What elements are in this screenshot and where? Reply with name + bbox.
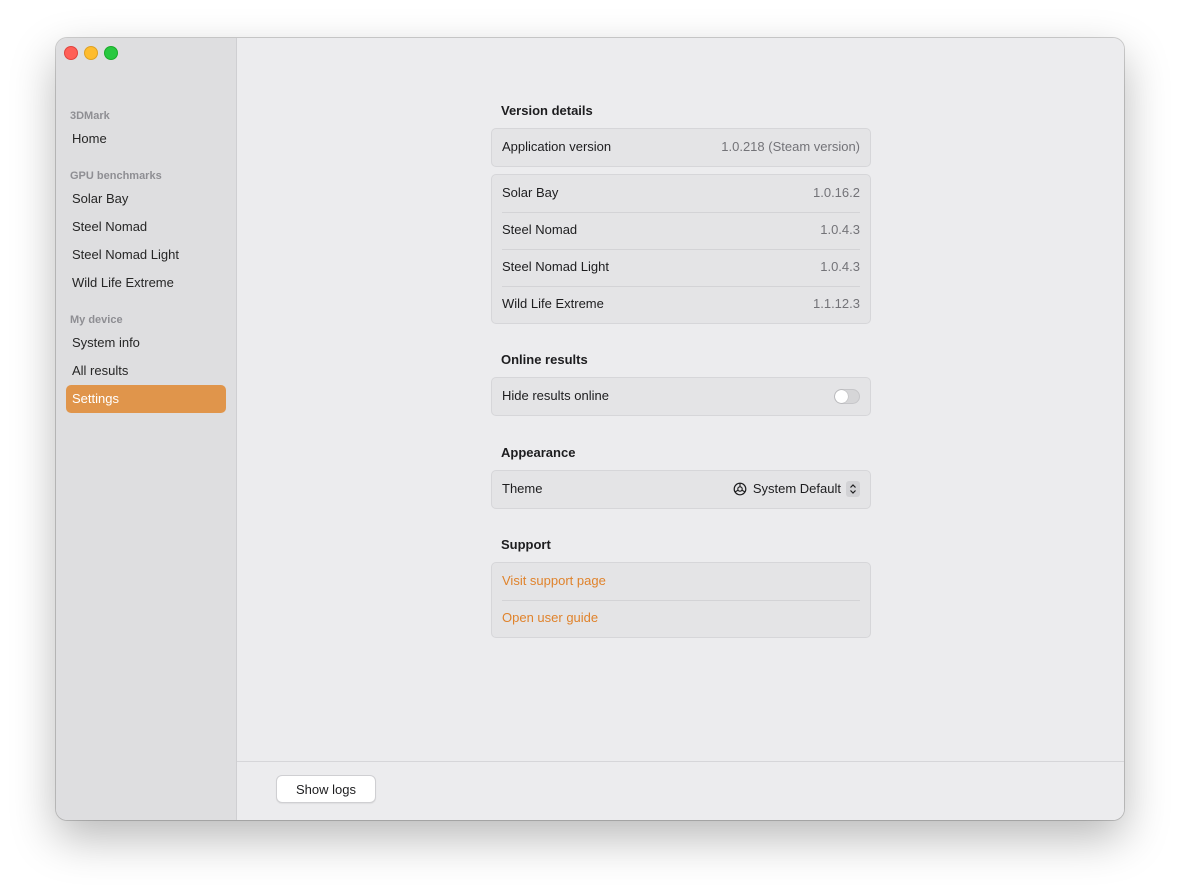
- sidebar-item-wild-life-extreme[interactable]: Wild Life Extreme: [66, 269, 226, 297]
- appearance-group: Theme System Default: [491, 470, 871, 509]
- theme-select[interactable]: System Default: [733, 480, 860, 498]
- benchmark-version-row: Steel Nomad 1.0.4.3: [492, 212, 870, 249]
- maximize-window-button[interactable]: [104, 46, 118, 60]
- benchmark-version: 1.1.12.3: [813, 296, 860, 311]
- sidebar-section-my-device: My device: [70, 314, 123, 326]
- benchmark-version: 1.0.4.3: [820, 259, 860, 274]
- benchmark-version: 1.0.16.2: [813, 185, 860, 200]
- sidebar-section-gpu-benchmarks: GPU benchmarks: [70, 170, 162, 182]
- show-logs-button[interactable]: Show logs: [276, 775, 376, 803]
- support-link-row: Open user guide: [492, 600, 870, 637]
- appearance-title: Appearance: [501, 445, 576, 460]
- online-results-group: Hide results online: [491, 377, 871, 416]
- application-version-label: Application version: [502, 139, 612, 154]
- open-user-guide-link[interactable]: Open user guide: [502, 610, 598, 625]
- support-group: Visit support page Open user guide: [491, 562, 871, 638]
- hide-results-row: Hide results online: [492, 378, 870, 415]
- close-window-button[interactable]: [64, 46, 78, 60]
- support-title: Support: [501, 537, 551, 552]
- sidebar-item-home[interactable]: Home: [66, 125, 226, 153]
- benchmark-versions-group: Solar Bay 1.0.16.2 Steel Nomad 1.0.4.3 S…: [491, 174, 871, 324]
- sidebar: 3DMark Home GPU benchmarks Solar Bay Ste…: [56, 38, 237, 820]
- support-link-row: Visit support page: [492, 563, 870, 600]
- visit-support-page-link[interactable]: Visit support page: [502, 573, 606, 588]
- sidebar-item-settings[interactable]: Settings: [66, 385, 226, 413]
- benchmark-name: Solar Bay: [502, 185, 559, 200]
- online-results-title: Online results: [501, 352, 588, 367]
- sidebar-item-all-results[interactable]: All results: [66, 357, 226, 385]
- sidebar-item-system-info[interactable]: System info: [66, 329, 226, 357]
- benchmark-version: 1.0.4.3: [820, 222, 860, 237]
- benchmark-version-row: Solar Bay 1.0.16.2: [492, 175, 870, 212]
- toggle-knob: [835, 390, 848, 403]
- sidebar-item-solar-bay[interactable]: Solar Bay: [66, 185, 226, 213]
- application-version-group: Application version 1.0.218 (Steam versi…: [491, 128, 871, 167]
- benchmark-name: Steel Nomad: [502, 222, 578, 237]
- benchmark-name: Wild Life Extreme: [502, 296, 604, 311]
- benchmark-version-row: Wild Life Extreme 1.1.12.3: [492, 286, 870, 323]
- hide-results-toggle[interactable]: [834, 389, 860, 404]
- sidebar-item-steel-nomad-light[interactable]: Steel Nomad Light: [66, 241, 226, 269]
- minimize-window-button[interactable]: [84, 46, 98, 60]
- sidebar-section-3dmark: 3DMark: [70, 110, 110, 122]
- system-theme-icon: [733, 482, 747, 496]
- app-window: 3DMark Home GPU benchmarks Solar Bay Ste…: [56, 38, 1124, 820]
- benchmark-version-row: Steel Nomad Light 1.0.4.3: [492, 249, 870, 286]
- footer-bar: Show logs: [237, 761, 1124, 820]
- settings-content: Version details Application version 1.0.…: [237, 38, 1124, 820]
- theme-row: Theme System Default: [492, 471, 870, 508]
- application-version-value: 1.0.218 (Steam version): [721, 139, 860, 154]
- sidebar-item-steel-nomad[interactable]: Steel Nomad: [66, 213, 226, 241]
- benchmark-name: Steel Nomad Light: [502, 259, 609, 274]
- hide-results-label: Hide results online: [502, 388, 609, 403]
- application-version-row: Application version 1.0.218 (Steam versi…: [492, 129, 870, 166]
- chevron-up-down-icon: [846, 481, 860, 497]
- theme-label: Theme: [502, 481, 543, 496]
- theme-select-value: System Default: [752, 481, 841, 496]
- version-details-title: Version details: [501, 103, 593, 118]
